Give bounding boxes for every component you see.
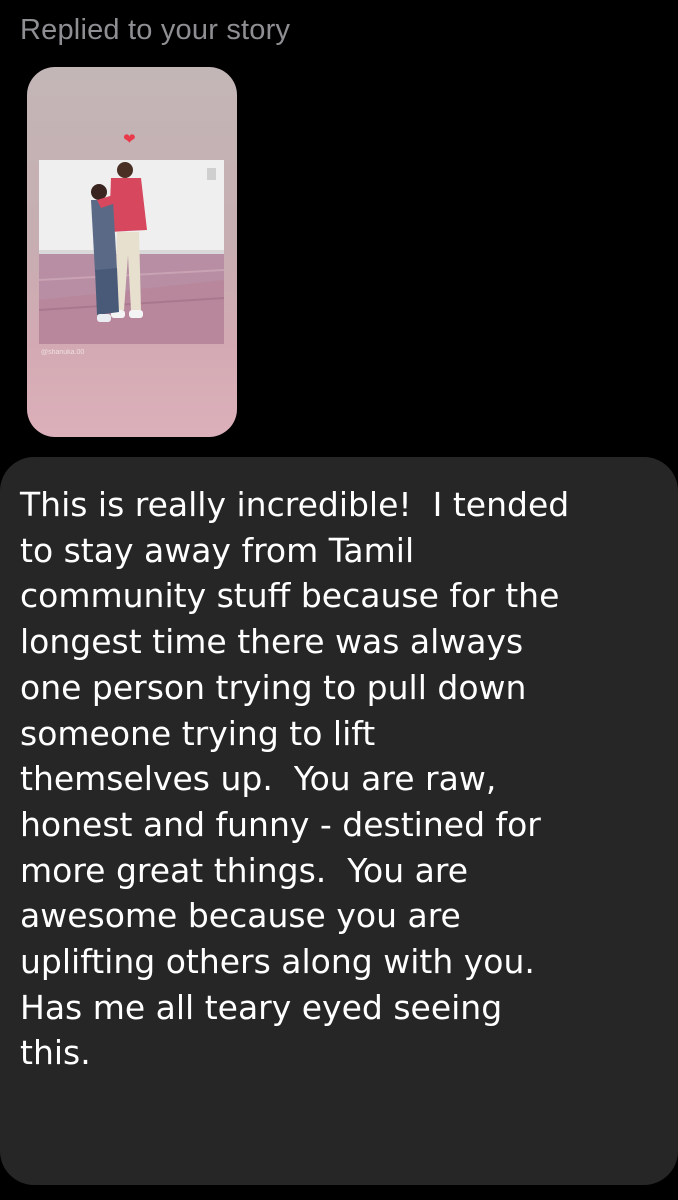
message-line: awesome because you are xyxy=(20,896,461,936)
message-line: one person trying to pull down xyxy=(20,667,527,707)
message-line: This is really incredible! I tended xyxy=(20,485,570,524)
heart-icon: ❤ xyxy=(123,131,136,148)
story-mention-sticker: @shanuka.00 xyxy=(41,349,85,356)
story-photo xyxy=(39,160,224,344)
message-line: themselves up. You are raw, xyxy=(20,759,497,799)
message-line: Has me all teary eyed seeing xyxy=(20,987,503,1027)
message-line: longest time there was always xyxy=(20,622,524,662)
message-line: uplifting others along with you. xyxy=(20,942,535,982)
message-line: honest and funny - destined for xyxy=(20,804,541,844)
message-line: to stay away from Tamil xyxy=(20,530,415,570)
message-line: this. xyxy=(20,1033,91,1073)
story-reply-label: Replied to your story xyxy=(20,14,291,46)
message-text: This is really incredible! I tended to s… xyxy=(20,482,569,1076)
message-line: someone trying to lift xyxy=(20,713,376,753)
message-bubble[interactable]: This is really incredible! I tended to s… xyxy=(0,457,678,1185)
message-line: community stuff because for the xyxy=(20,576,560,616)
story-preview-card[interactable]: ❤ @shanuka.00 xyxy=(27,67,237,437)
message-line: more great things. You are xyxy=(20,850,468,890)
